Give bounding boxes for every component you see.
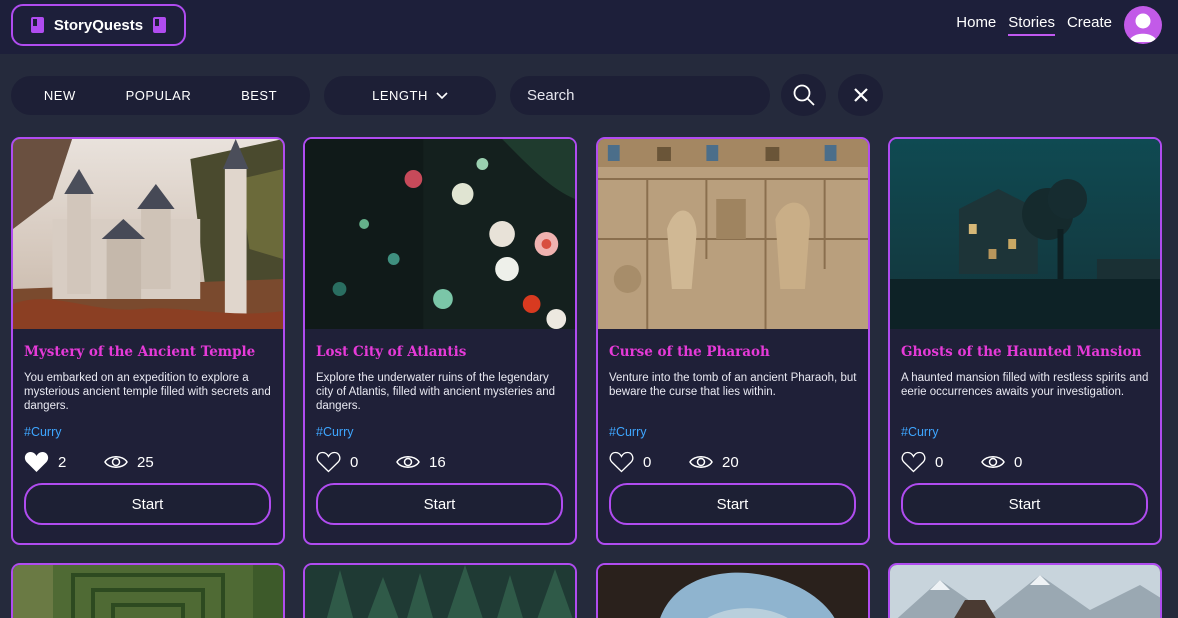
start-button[interactable]: Start	[316, 483, 563, 525]
sort-best[interactable]: BEST	[241, 88, 277, 103]
start-button[interactable]: Start	[901, 483, 1148, 525]
story-description: Venture into the tomb of an ancient Phar…	[609, 372, 857, 398]
story-tag[interactable]: #Curry	[609, 425, 647, 439]
likes-count: 2	[58, 453, 67, 471]
story-image-castle	[13, 139, 283, 329]
length-label: LENGTH	[372, 88, 428, 103]
nav-create[interactable]: Create	[1067, 14, 1112, 36]
likes: 0	[901, 451, 981, 473]
views: 16	[396, 454, 446, 471]
story-title[interactable]: Ghosts of the Haunted Mansion	[901, 344, 1142, 360]
story-image-foggy-mansion	[890, 139, 1160, 329]
story-tag[interactable]: #Curry	[24, 425, 62, 439]
likes: 0	[316, 451, 396, 473]
story-image-pine-forest	[305, 565, 575, 618]
story-card[interactable]: Lost City of Atlantis Explore the underw…	[303, 137, 577, 545]
search-button[interactable]	[781, 74, 826, 116]
story-tag[interactable]: #Curry	[316, 425, 354, 439]
views: 20	[689, 454, 739, 471]
views-count: 16	[429, 453, 446, 471]
heart-icon[interactable]	[901, 451, 926, 473]
top-header: StoryQuests Home Stories Create	[0, 0, 1178, 54]
story-card-partial[interactable]	[303, 563, 577, 618]
sort-options: NEW POPULAR BEST	[11, 76, 310, 115]
views-count: 0	[1014, 453, 1023, 471]
story-title[interactable]: Lost City of Atlantis	[316, 344, 466, 360]
search-icon	[793, 84, 815, 106]
story-image-underwater-flowers	[305, 139, 575, 329]
user-icon	[1129, 13, 1157, 42]
eye-icon	[104, 456, 128, 468]
story-card[interactable]: Ghosts of the Haunted Mansion A haunted …	[888, 137, 1162, 545]
views: 0	[981, 454, 1022, 471]
book-icon	[153, 17, 167, 33]
story-description: Explore the underwater ruins of the lege…	[316, 372, 556, 412]
story-card-partial[interactable]	[888, 563, 1162, 618]
story-image-cave-opening	[598, 565, 868, 618]
story-description: You embarked on an expedition to explore…	[24, 372, 271, 412]
story-image-hieroglyph-wall	[598, 139, 868, 329]
main-nav: Home Stories Create	[956, 14, 1112, 36]
story-image-snowy-mountains	[890, 565, 1160, 618]
likes: 0	[609, 451, 689, 473]
eye-icon	[396, 456, 420, 468]
heart-icon[interactable]	[609, 451, 634, 473]
length-dropdown[interactable]: LENGTH	[324, 76, 496, 115]
story-card[interactable]: Curse of the Pharaoh Venture into the to…	[596, 137, 870, 545]
views-count: 20	[722, 453, 739, 471]
heart-icon-filled[interactable]	[24, 451, 49, 473]
story-stats: 0 16	[316, 451, 446, 473]
close-icon	[853, 88, 868, 102]
chevron-down-icon	[436, 91, 448, 99]
eye-icon	[981, 456, 1005, 468]
nav-home[interactable]: Home	[956, 14, 996, 36]
heart-icon[interactable]	[316, 451, 341, 473]
story-stats: 0 0	[901, 451, 1022, 473]
story-card-partial[interactable]	[11, 563, 285, 618]
search-box	[510, 76, 770, 115]
story-card-partial[interactable]	[596, 563, 870, 618]
story-title[interactable]: Mystery of the Ancient Temple	[24, 344, 255, 360]
sort-popular[interactable]: POPULAR	[126, 88, 192, 103]
clear-button[interactable]	[838, 74, 883, 116]
story-card[interactable]: Mystery of the Ancient Temple You embark…	[11, 137, 285, 545]
story-tag[interactable]: #Curry	[901, 425, 939, 439]
views-count: 25	[137, 453, 154, 471]
avatar[interactable]	[1124, 6, 1162, 44]
start-button[interactable]: Start	[609, 483, 856, 525]
search-input[interactable]	[527, 87, 757, 104]
story-stats: 0 20	[609, 451, 739, 473]
likes-count: 0	[350, 453, 359, 471]
likes: 2	[24, 451, 104, 473]
story-image-hedge-maze	[13, 565, 283, 618]
logo-text: StoryQuests	[53, 16, 144, 34]
book-icon	[30, 17, 44, 33]
story-description: A haunted mansion filled with restless s…	[901, 372, 1149, 398]
sort-new[interactable]: NEW	[44, 88, 76, 103]
views: 25	[104, 454, 154, 471]
eye-icon	[689, 456, 713, 468]
story-stats: 2 25	[24, 451, 154, 473]
logo[interactable]: StoryQuests	[11, 4, 186, 46]
start-button[interactable]: Start	[24, 483, 271, 525]
story-title[interactable]: Curse of the Pharaoh	[609, 344, 770, 360]
likes-count: 0	[643, 453, 652, 471]
nav-stories[interactable]: Stories	[1008, 14, 1055, 36]
likes-count: 0	[935, 453, 944, 471]
